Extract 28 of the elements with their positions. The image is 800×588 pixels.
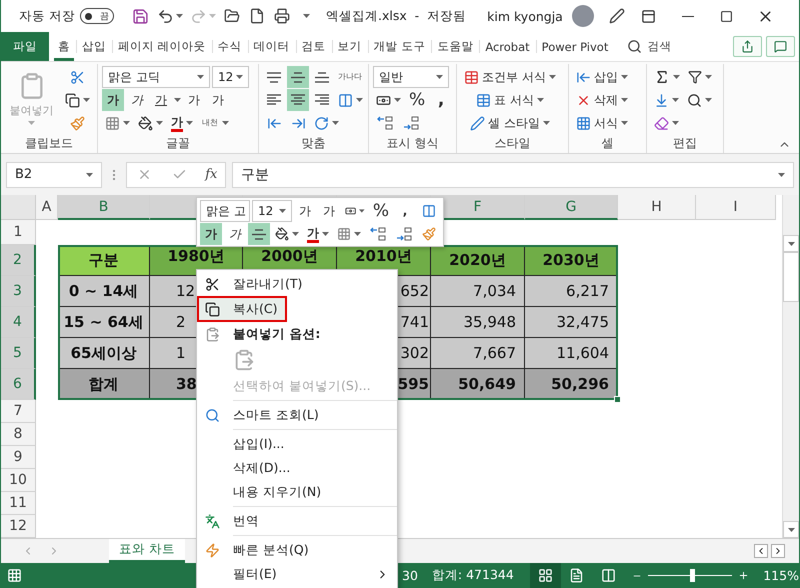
- table-cell: 50,649: [431, 369, 525, 400]
- user-name: kim kyongja: [487, 8, 563, 24]
- group-label: 클립보드: [24, 135, 74, 152]
- group-label: 맞춤: [300, 135, 326, 152]
- table-cell: 15 ~ 64세: [58, 307, 150, 338]
- table-cell: 0 ~ 14세: [58, 276, 150, 307]
- table-cell: 7,034: [431, 276, 525, 307]
- group-label: 스타일: [494, 135, 532, 152]
- window-title: 엑셀집계.xlsx - 저장됨: [326, 8, 466, 24]
- table-header-cell: 2030년: [525, 245, 618, 276]
- status-count: 30: [402, 568, 418, 583]
- group-label: 셀: [600, 135, 614, 152]
- table-cell: 50,296: [525, 369, 618, 400]
- table-cell: 7,667: [431, 338, 525, 369]
- table-cell: 6,217: [525, 276, 618, 307]
- autosave-label: 자동 저장: [19, 8, 75, 24]
- group-label: 글꼴: [165, 135, 191, 152]
- group-label: 표시 형식: [386, 135, 440, 152]
- zoom-level: 115%: [763, 568, 799, 583]
- table-cell: 65세이상: [58, 338, 150, 369]
- table-cell: 32,475: [525, 307, 618, 338]
- status-sum: 합계: 471344: [432, 567, 514, 584]
- table-header-cell: 구분: [58, 245, 150, 276]
- table-header-cell: 2020년: [431, 245, 525, 276]
- group-label: 편집: [672, 135, 698, 152]
- table-cell: 35,948: [431, 307, 525, 338]
- table-cell: 11,604: [525, 338, 618, 369]
- table-cell: 합계: [58, 369, 150, 400]
